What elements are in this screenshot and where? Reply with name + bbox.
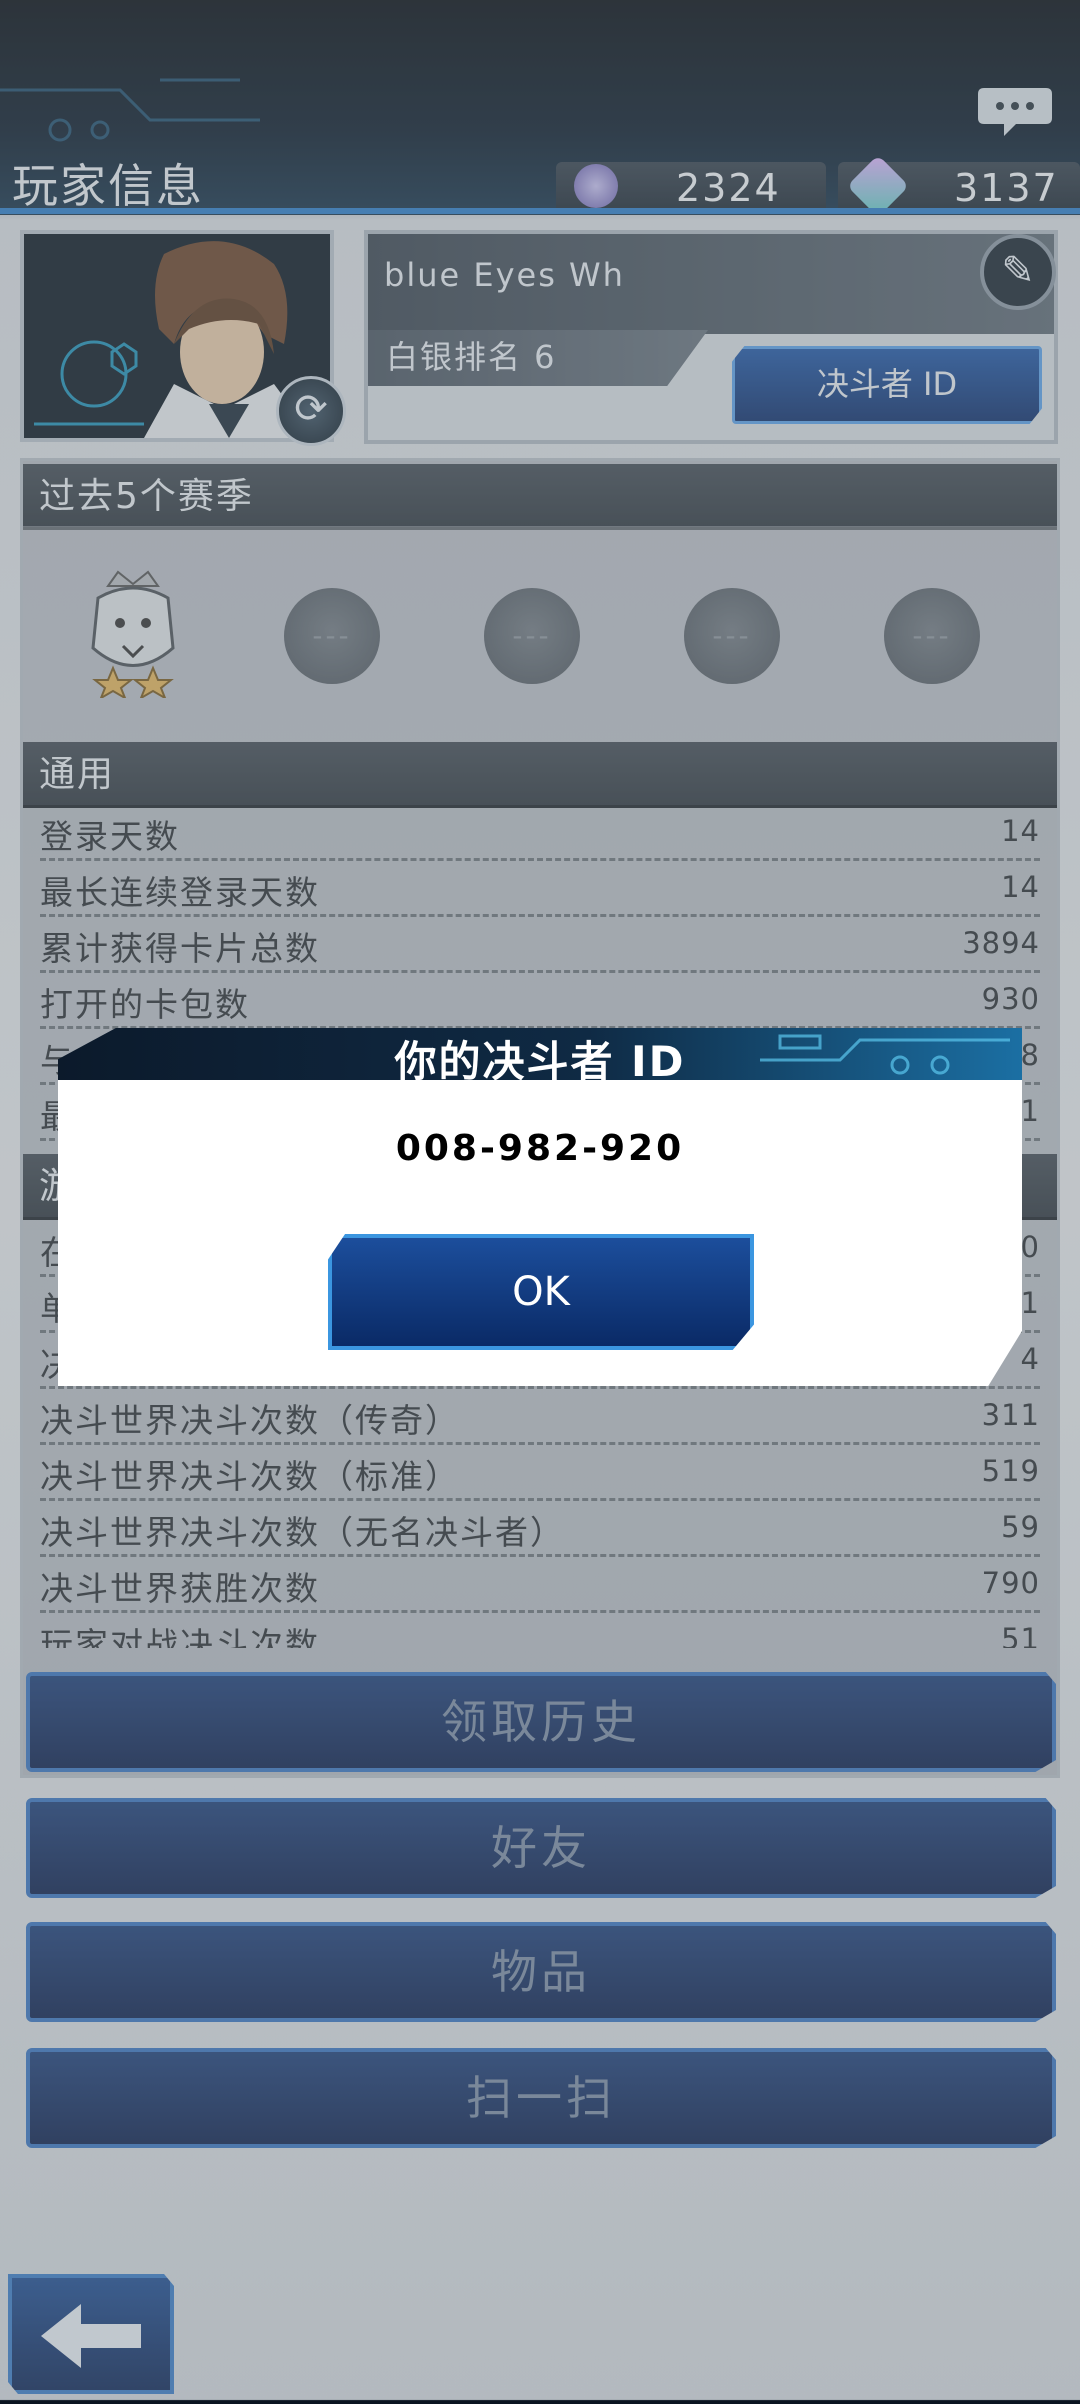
ok-button[interactable]: OK — [328, 1234, 754, 1350]
dialog-title: 你的决斗者 ID — [394, 1037, 686, 1086]
duel-id-value: 008-982-920 — [395, 1128, 685, 1169]
